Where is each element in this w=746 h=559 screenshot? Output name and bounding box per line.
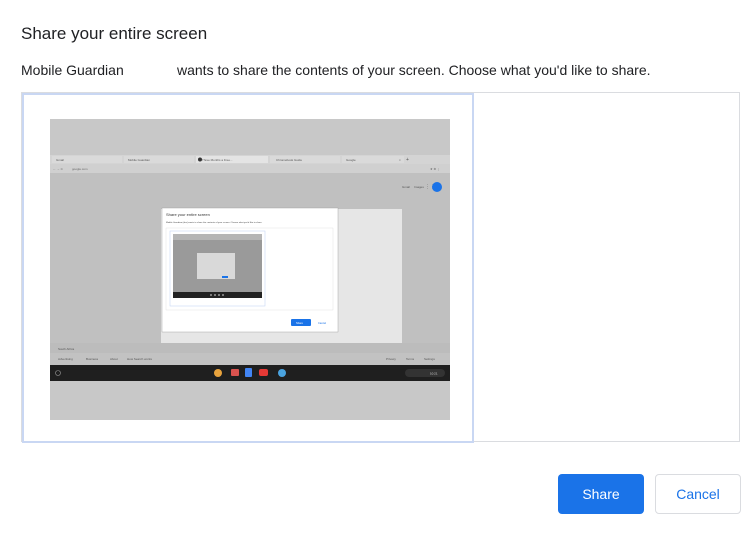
thumb-footer-advertising: Advertising [58, 357, 73, 361]
thumb-tab-1: Gmail [56, 158, 64, 162]
thumb-tab-5: Google [346, 158, 356, 162]
thumb-footer-privacy: Privacy [386, 357, 396, 361]
thumb-link-gmail: Gmail [402, 185, 410, 189]
svg-text:← → C: ← → C [53, 167, 64, 171]
thumb-share-label: Share [296, 321, 303, 325]
svg-text:★ ⚙ ⋮: ★ ⚙ ⋮ [430, 167, 440, 171]
thumb-tab-4: Chromebook Guide [276, 158, 302, 162]
source-picker: Gmail Mobile Guardian Three Months a Fre… [21, 92, 740, 443]
thumb-cancel-label: Cancel [318, 321, 326, 325]
svg-text:×: × [399, 158, 401, 162]
thumb-footer-business: Business [86, 357, 99, 361]
thumb-clock: 10:21 [430, 372, 438, 376]
thumb-dialog-message: Mobile Guardian (dev) wants to share the… [166, 221, 263, 224]
thumb-tab-3: Three Months a Free... [202, 158, 233, 162]
thumb-footer-region: South Africa [58, 347, 75, 351]
cancel-button[interactable]: Cancel [655, 474, 741, 514]
screen-preview-svg: Gmail Mobile Guardian Three Months a Fre… [50, 119, 450, 420]
screen-option[interactable]: Gmail Mobile Guardian Three Months a Fre… [22, 93, 474, 443]
thumb-footer-terms: Terms [406, 357, 415, 361]
thumb-footer-how: How Search works [127, 357, 153, 361]
dialog-subtitle: Mobile Guardian wants to share the conten… [21, 62, 651, 78]
share-button[interactable]: Share [558, 474, 644, 514]
thumb-dialog-title: Share your entire screen [166, 212, 210, 217]
app-name: Mobile Guardian [21, 62, 124, 78]
share-message: wants to share the contents of your scre… [177, 62, 651, 78]
svg-text:+: + [406, 157, 409, 163]
thumb-link-images: Images [414, 185, 424, 189]
thumb-footer-settings: Settings [424, 357, 435, 361]
thumb-tab-2: Mobile Guardian [128, 158, 150, 162]
thumb-address: google.com [72, 167, 88, 171]
thumb-footer-about: About [110, 357, 118, 361]
dialog-title: Share your entire screen [21, 24, 208, 43]
screen-thumbnail: Gmail Mobile Guardian Three Months a Fre… [50, 119, 450, 420]
